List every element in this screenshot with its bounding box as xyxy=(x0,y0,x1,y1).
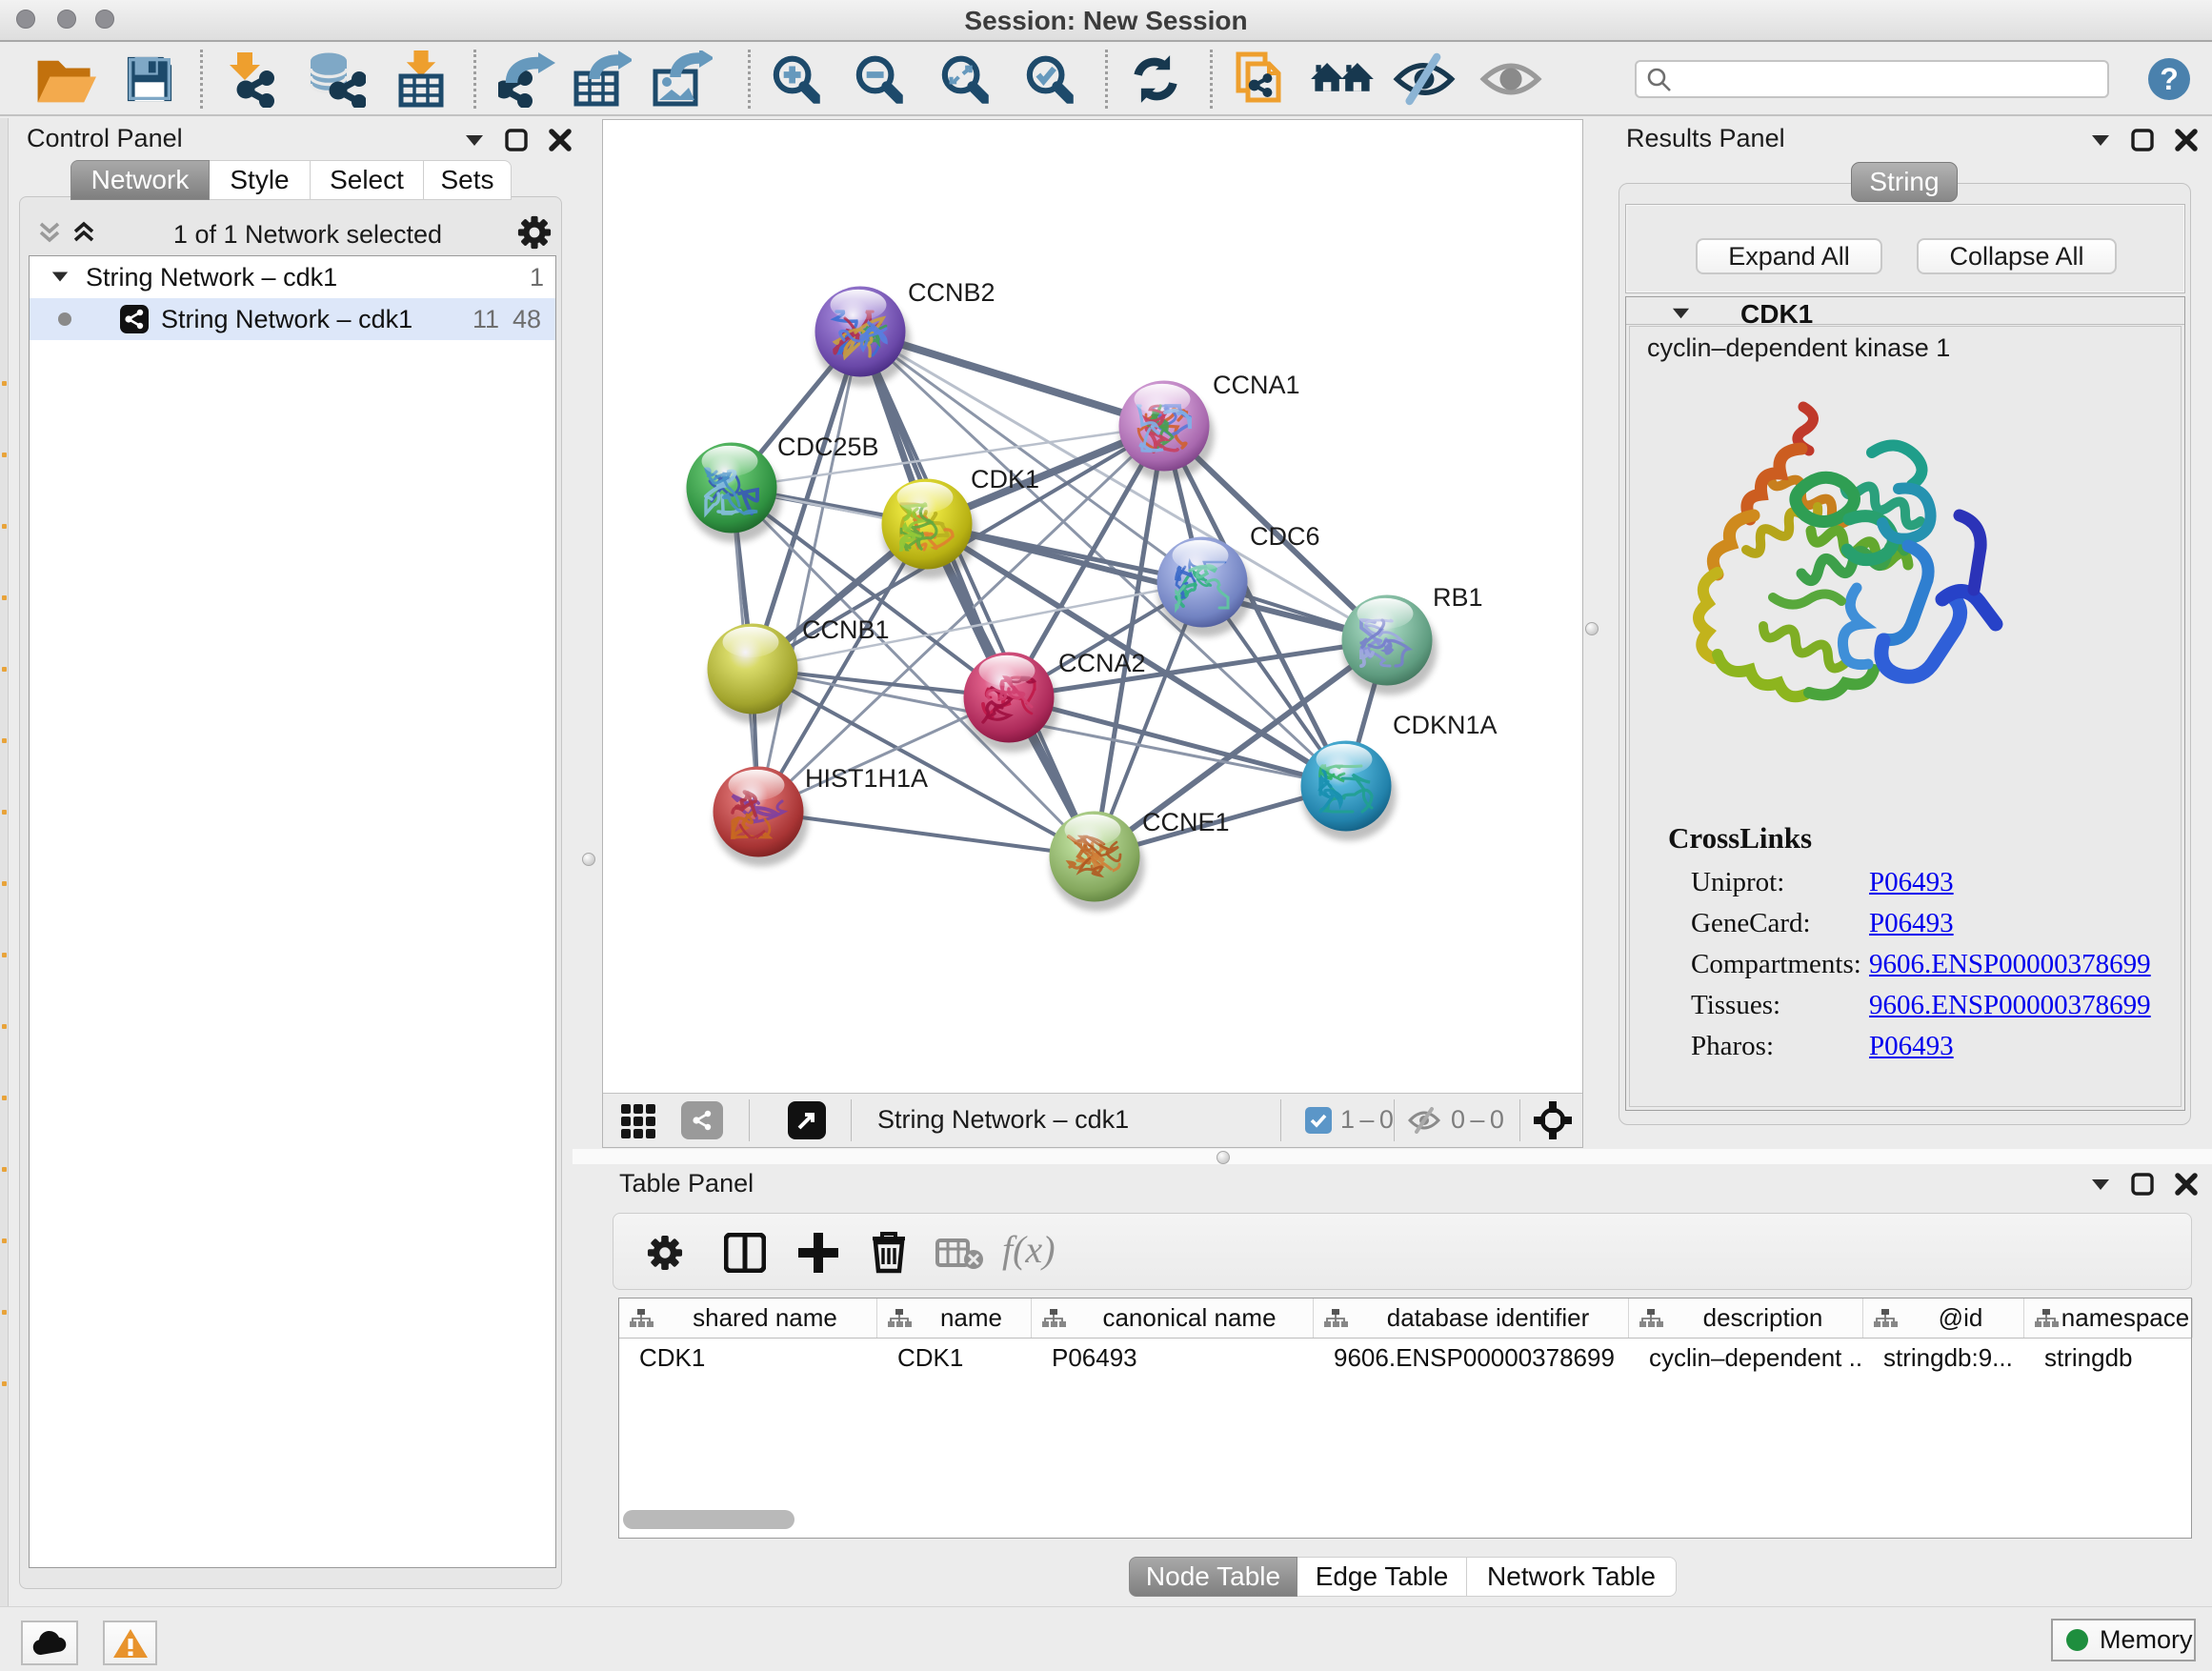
svg-text:RB1: RB1 xyxy=(1433,583,1483,612)
svg-text:HIST1H1A: HIST1H1A xyxy=(805,764,928,793)
svg-text:CDK1: CDK1 xyxy=(971,465,1039,493)
svg-text:CCNA1: CCNA1 xyxy=(1213,371,1300,399)
svg-text:CDKN1A: CDKN1A xyxy=(1393,711,1498,739)
svg-text:?: ? xyxy=(2160,62,2179,96)
svg-text:CCNA2: CCNA2 xyxy=(1058,649,1146,677)
svg-text:CCNB1: CCNB1 xyxy=(802,615,890,644)
svg-text:CCNB2: CCNB2 xyxy=(908,278,995,307)
svg-text:CDC6: CDC6 xyxy=(1250,522,1320,551)
svg-text:CDC25B: CDC25B xyxy=(777,433,879,461)
svg-text:CCNE1: CCNE1 xyxy=(1142,808,1230,836)
